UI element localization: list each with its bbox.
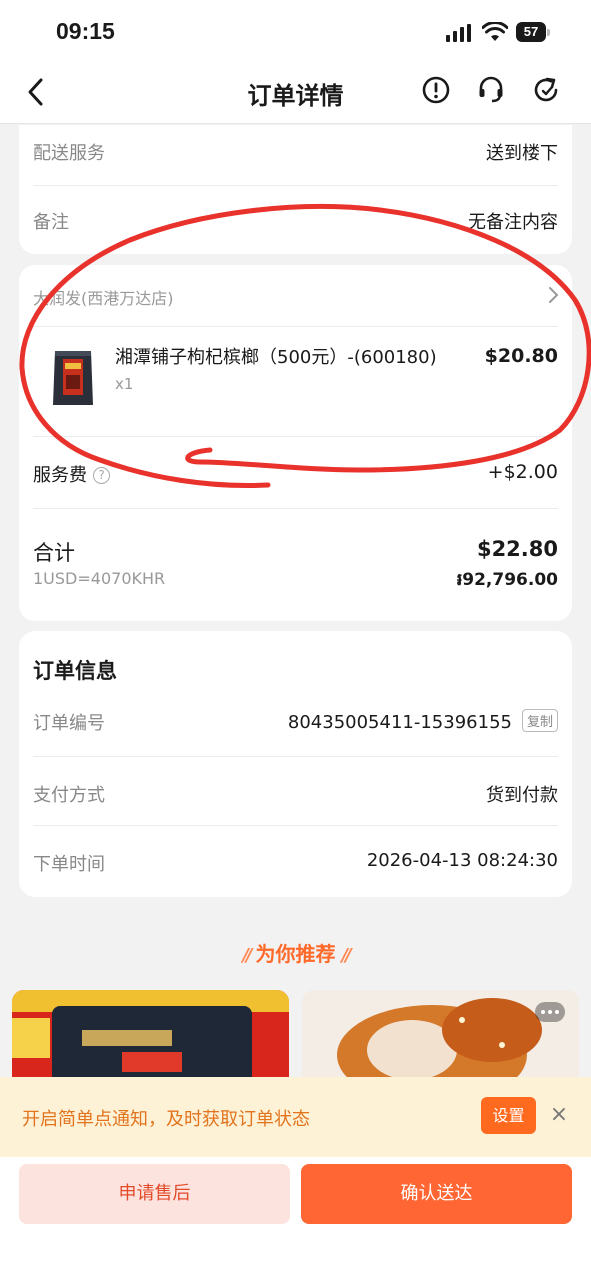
notification-text: 开启简单点通知，及时获取订单状态 xyxy=(22,1109,310,1130)
wifi-icon xyxy=(482,22,508,41)
order-time-value: 2026-04-13 08:24:30 xyxy=(366,850,558,871)
note-value: 无备注内容 xyxy=(468,212,558,233)
service-fee-value: +$2.00 xyxy=(487,461,558,483)
after-sale-button[interactable]: 申请售后 xyxy=(19,1164,290,1224)
divider xyxy=(33,326,558,327)
product-name[interactable]: 湘潭铺子枸杞槟榔（500元）-(600180) xyxy=(115,343,437,369)
recommend-title: 为你推荐 xyxy=(255,942,336,966)
chevron-right-icon[interactable] xyxy=(546,285,560,305)
order-items-card: 大润发(西港万达店) 湘潭铺子枸杞槟榔（500元）-(600180) x1 $2… xyxy=(19,265,572,621)
payment-row: 支付方式 货到付款 xyxy=(33,781,558,809)
order-time-row: 下单时间 2026-04-13 08:24:30 xyxy=(33,850,558,878)
decoration-slashes: // xyxy=(242,945,252,966)
order-number-row: 订单编号 80435005411-15396155 复制 xyxy=(33,709,558,737)
nav-bar: 订单详情 xyxy=(0,62,591,124)
total-label: 合计 xyxy=(33,541,75,565)
confirm-delivery-button[interactable]: 确认送达 xyxy=(301,1164,572,1224)
service-fee-label: 服务费 xyxy=(33,465,87,486)
order-info-title: 订单信息 xyxy=(33,659,117,683)
service-fee-row: 服务费? xyxy=(33,461,110,487)
product-quantity: x1 xyxy=(115,375,134,393)
order-info-card: 订单信息 订单编号 80435005411-15396155 复制 支付方式 货到… xyxy=(19,631,572,897)
copy-button[interactable]: 复制 xyxy=(521,709,558,732)
store-name[interactable]: 大润发(西港万达店) xyxy=(33,285,174,309)
report-icon[interactable] xyxy=(420,74,452,106)
recommend-heading: //为你推荐// xyxy=(0,938,591,967)
order-number-value: 80435005411-15396155 xyxy=(287,712,512,733)
recommend-card[interactable] xyxy=(12,990,289,1090)
refresh-icon[interactable] xyxy=(530,74,562,106)
battery-tip xyxy=(547,29,550,36)
status-bar: 09:15 57 xyxy=(0,0,591,62)
cellular-signal-icon xyxy=(446,24,471,42)
notification-banner: 开启简单点通知，及时获取订单状态 设置 × xyxy=(0,1077,591,1157)
note-row: 备注 无备注内容 xyxy=(33,208,558,234)
delivery-service-value: 送到楼下 xyxy=(486,143,558,164)
delivery-service-row: 配送服务 送到楼下 xyxy=(33,139,558,165)
divider xyxy=(33,825,558,826)
battery-icon: 57 xyxy=(516,22,546,42)
total-khr: ៛92,796.00 xyxy=(456,570,558,590)
help-icon[interactable]: ? xyxy=(93,467,110,484)
order-time-label: 下单时间 xyxy=(33,854,105,875)
order-number-group: 80435005411-15396155 复制 xyxy=(288,709,558,733)
recommend-card[interactable] xyxy=(302,990,579,1090)
close-icon[interactable]: × xyxy=(548,1101,570,1129)
payment-label: 支付方式 xyxy=(33,785,105,806)
delivery-card: 配送服务 送到楼下 备注 无备注内容 xyxy=(19,125,572,254)
product-image[interactable] xyxy=(49,345,97,411)
exchange-rate: 1USD=4070KHR xyxy=(33,569,166,588)
divider xyxy=(33,436,558,437)
order-number-label: 订单编号 xyxy=(33,713,105,734)
divider xyxy=(33,508,558,509)
divider xyxy=(33,756,558,757)
settings-button[interactable]: 设置 xyxy=(481,1097,536,1134)
note-label: 备注 xyxy=(33,212,69,233)
delivery-service-label: 配送服务 xyxy=(33,143,105,164)
payment-value: 货到付款 xyxy=(486,785,558,806)
product-price: $20.80 xyxy=(484,345,558,367)
bottom-action-bar: 申请售后 确认送达 xyxy=(0,1157,591,1280)
decoration-slashes: // xyxy=(341,945,352,966)
status-time: 09:15 xyxy=(56,18,115,44)
total-usd: $22.80 xyxy=(476,537,558,561)
divider xyxy=(33,185,558,186)
customer-service-icon[interactable] xyxy=(475,74,507,106)
